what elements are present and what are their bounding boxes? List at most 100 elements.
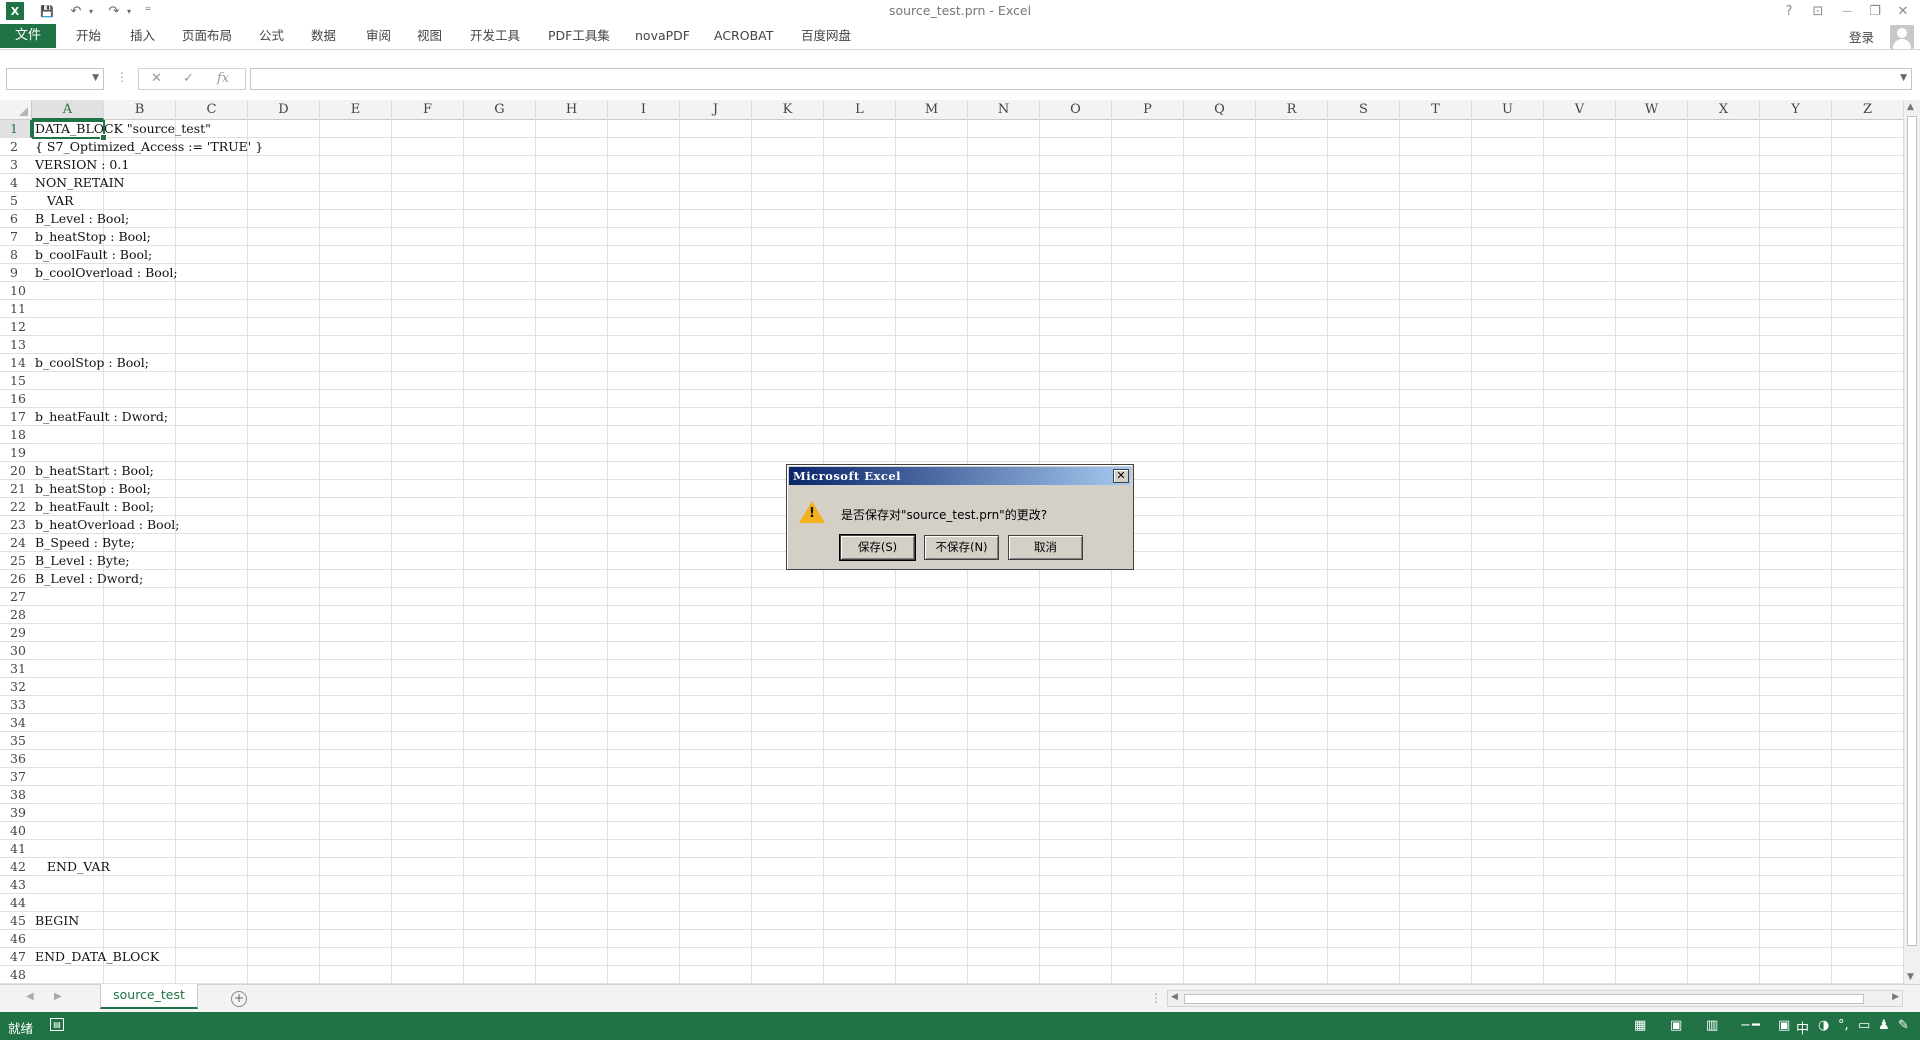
cell-a17[interactable]: b_heatFault : Dword; [35, 408, 168, 426]
sheet-next-icon[interactable]: ▶ [54, 991, 62, 1002]
zoom-slider[interactable]: ━ [1752, 1018, 1760, 1033]
column-header-r[interactable]: R [1256, 100, 1328, 120]
tab-page-layout[interactable]: 页面布局 [182, 26, 232, 46]
row-header-31[interactable]: 31 [0, 660, 32, 678]
row-header-16[interactable]: 16 [0, 390, 32, 408]
tab-developer[interactable]: 开发工具 [470, 26, 520, 46]
dialog-title-bar[interactable]: Microsoft Excel ✕ [789, 467, 1131, 485]
row-header-28[interactable]: 28 [0, 606, 32, 624]
row-header-48[interactable]: 48 [0, 966, 32, 984]
tab-insert[interactable]: 插入 [130, 26, 155, 46]
cell-a14[interactable]: b_coolStop : Bool; [35, 354, 149, 372]
selected-cell-outline[interactable] [32, 120, 107, 141]
sheet-tab-source-test[interactable]: source_test [100, 984, 198, 1009]
cell-a24[interactable]: B_Speed : Byte; [35, 534, 135, 552]
cell-a23[interactable]: b_heatOverload : Bool; [35, 516, 179, 534]
cell-a7[interactable]: b_heatStop : Bool; [35, 228, 151, 246]
row-header-23[interactable]: 23 [0, 516, 32, 534]
row-header-41[interactable]: 41 [0, 840, 32, 858]
column-header-z[interactable]: Z [1832, 100, 1904, 120]
cell-a47[interactable]: END_DATA_BLOCK [35, 948, 159, 966]
formula-bar-resize-handle[interactable]: ⋮ [116, 70, 128, 84]
name-box[interactable]: ▼ [6, 68, 104, 90]
row-header-44[interactable]: 44 [0, 894, 32, 912]
column-header-t[interactable]: T [1400, 100, 1472, 120]
row-header-26[interactable]: 26 [0, 570, 32, 588]
column-header-y[interactable]: Y [1760, 100, 1832, 120]
row-header-35[interactable]: 35 [0, 732, 32, 750]
row-header-29[interactable]: 29 [0, 624, 32, 642]
ribbon-display-options-button[interactable]: ⊡ [1805, 1, 1831, 21]
dont-save-button[interactable]: 不保存(N) [924, 535, 999, 560]
cell-a4[interactable]: NON_RETAIN [35, 174, 124, 192]
column-header-b[interactable]: B [104, 100, 176, 120]
column-header-i[interactable]: I [608, 100, 680, 120]
tab-acrobat[interactable]: ACROBAT [714, 26, 773, 46]
tab-baidu-netdisk[interactable]: 百度网盘 [801, 26, 851, 46]
column-header-w[interactable]: W [1616, 100, 1688, 120]
row-header-19[interactable]: 19 [0, 444, 32, 462]
row-header-5[interactable]: 5 [0, 192, 32, 210]
row-header-32[interactable]: 32 [0, 678, 32, 696]
login-link[interactable]: 登录 [1849, 27, 1874, 46]
column-header-l[interactable]: L [824, 100, 896, 120]
row-header-13[interactable]: 13 [0, 336, 32, 354]
ime-language-indicator[interactable]: 中 [1796, 1018, 1809, 1037]
half-width-icon[interactable]: ◑ [1818, 1018, 1829, 1033]
insert-function-icon[interactable]: fx [217, 71, 229, 86]
cell-a5[interactable]: VAR [35, 192, 74, 210]
row-header-2[interactable]: 2 [0, 138, 32, 156]
enter-icon[interactable]: ✓ [183, 71, 194, 86]
horizontal-scroll-thumb[interactable] [1184, 994, 1864, 1004]
column-header-g[interactable]: G [464, 100, 536, 120]
restore-button[interactable]: ❐ [1862, 1, 1888, 21]
row-header-46[interactable]: 46 [0, 930, 32, 948]
row-header-40[interactable]: 40 [0, 822, 32, 840]
cell-a2[interactable]: { S7_Optimized_Access := 'TRUE' } [35, 138, 263, 156]
row-header-4[interactable]: 4 [0, 174, 32, 192]
cell-a3[interactable]: VERSION : 0.1 [35, 156, 129, 174]
row-header-30[interactable]: 30 [0, 642, 32, 660]
row-header-17[interactable]: 17 [0, 408, 32, 426]
row-header-3[interactable]: 3 [0, 156, 32, 174]
row-header-10[interactable]: 10 [0, 282, 32, 300]
select-all-button[interactable] [0, 100, 32, 120]
row-header-6[interactable]: 6 [0, 210, 32, 228]
tab-pdf-tools[interactable]: PDF工具集 [548, 26, 610, 46]
column-header-d[interactable]: D [248, 100, 320, 120]
tab-data[interactable]: 数据 [311, 26, 336, 46]
column-header-p[interactable]: P [1112, 100, 1184, 120]
row-header-21[interactable]: 21 [0, 480, 32, 498]
row-header-24[interactable]: 24 [0, 534, 32, 552]
sheet-prev-icon[interactable]: ◀ [26, 991, 34, 1002]
column-header-u[interactable]: U [1472, 100, 1544, 120]
row-header-43[interactable]: 43 [0, 876, 32, 894]
row-header-9[interactable]: 9 [0, 264, 32, 282]
zoom-out-icon[interactable]: − [1740, 1018, 1751, 1033]
cell-a6[interactable]: B_Level : Bool; [35, 210, 129, 228]
row-header-36[interactable]: 36 [0, 750, 32, 768]
save-button[interactable]: 保存(S) [839, 534, 916, 561]
row-header-12[interactable]: 12 [0, 318, 32, 336]
row-header-18[interactable]: 18 [0, 426, 32, 444]
scroll-left-icon[interactable]: ◀ [1171, 992, 1178, 1002]
column-header-s[interactable]: S [1328, 100, 1400, 120]
page-break-view-icon[interactable]: ▥ [1706, 1018, 1718, 1033]
tab-novapdf[interactable]: novaPDF [635, 26, 690, 46]
vertical-scrollbar[interactable]: ▲ ▼ [1903, 100, 1920, 984]
tab-home[interactable]: 开始 [76, 26, 101, 46]
row-header-34[interactable]: 34 [0, 714, 32, 732]
column-header-x[interactable]: X [1688, 100, 1760, 120]
cell-a9[interactable]: b_coolOverload : Bool; [35, 264, 178, 282]
cell-a22[interactable]: b_heatFault : Bool; [35, 498, 154, 516]
column-header-h[interactable]: H [536, 100, 608, 120]
row-header-33[interactable]: 33 [0, 696, 32, 714]
tab-formulas[interactable]: 公式 [259, 26, 284, 46]
ime-mode-icon[interactable]: ▣ [1778, 1018, 1790, 1033]
row-header-25[interactable]: 25 [0, 552, 32, 570]
row-header-20[interactable]: 20 [0, 462, 32, 480]
row-header-37[interactable]: 37 [0, 768, 32, 786]
tab-split-handle[interactable]: ⋮ [1150, 991, 1162, 1005]
horizontal-scrollbar[interactable]: ◀ ▶ [1167, 990, 1903, 1007]
cancel-icon[interactable]: ✕ [151, 71, 162, 86]
